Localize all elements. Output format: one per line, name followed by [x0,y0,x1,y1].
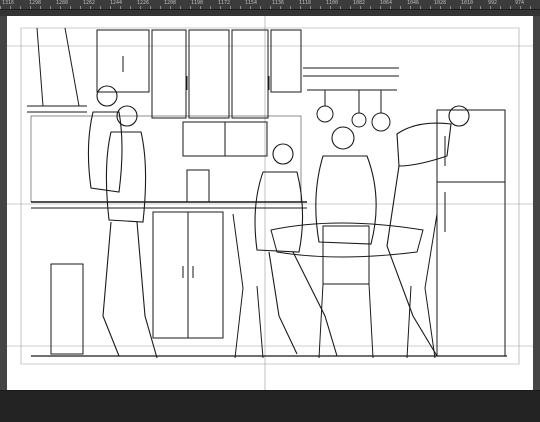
ruler-label: 1100 [326,0,339,6]
upper-cabinet [270,29,302,93]
character-torso [254,171,304,253]
upper-cabinet [188,29,230,119]
ruler-label: 1244 [110,0,123,6]
ruler-ticks [0,0,540,9]
ruler-label: 1046 [407,0,420,6]
background-kitchen [27,27,507,357]
character-torso [315,155,377,245]
ruler-label: 1136 [272,0,285,6]
character-legs [102,221,158,359]
character-head [96,85,118,107]
furniture [232,213,438,359]
ruler-label: 1208 [164,0,177,6]
trash-bin [50,263,84,355]
ruler-label: 1190 [191,0,204,6]
ruler-label: 974 [515,0,525,6]
status-bar [0,390,540,422]
ruler-label: 1082 [353,0,366,6]
character-torso [396,122,452,167]
ruler-label: 1316 [2,0,15,6]
ruler-label: 1280 [56,0,69,6]
top-ruler: 1316 1298 1280 1262 1244 1226 1208 1190 … [0,0,540,10]
character-torso [87,111,123,193]
ruler-label: 1064 [380,0,393,6]
ruler-label: 992 [488,0,498,6]
chair-legs [318,283,374,359]
ruler-label: 1010 [461,0,474,6]
character-head [331,126,355,150]
hanging-pan [351,112,367,128]
drawing-canvas[interactable] [7,16,533,390]
ruler-label: 1118 [299,0,312,6]
character-head [448,105,470,127]
coffee-maker [186,169,210,203]
kitchen-lineart-drawing [7,16,533,390]
chair-back [322,225,370,285]
guide-lines [7,16,533,390]
upper-cabinet [231,29,269,119]
ruler-label: 1154 [245,0,258,6]
upper-cabinet [151,29,187,119]
characters [87,85,470,359]
tile-backsplash [30,115,302,203]
refrigerator [436,109,506,357]
character-head [272,143,294,165]
chair-legs [406,213,438,359]
character-legs [268,251,338,357]
range-hood [36,27,80,107]
ruler-label: 1028 [434,0,447,6]
hanging-pan [316,105,334,123]
ruler-label: 1172 [218,0,231,6]
chair-legs [232,213,264,359]
ruler-label: 1298 [29,0,42,6]
ruler-label: 1262 [83,0,96,6]
ruler-label: 1226 [137,0,150,6]
hanging-pan [371,112,391,132]
